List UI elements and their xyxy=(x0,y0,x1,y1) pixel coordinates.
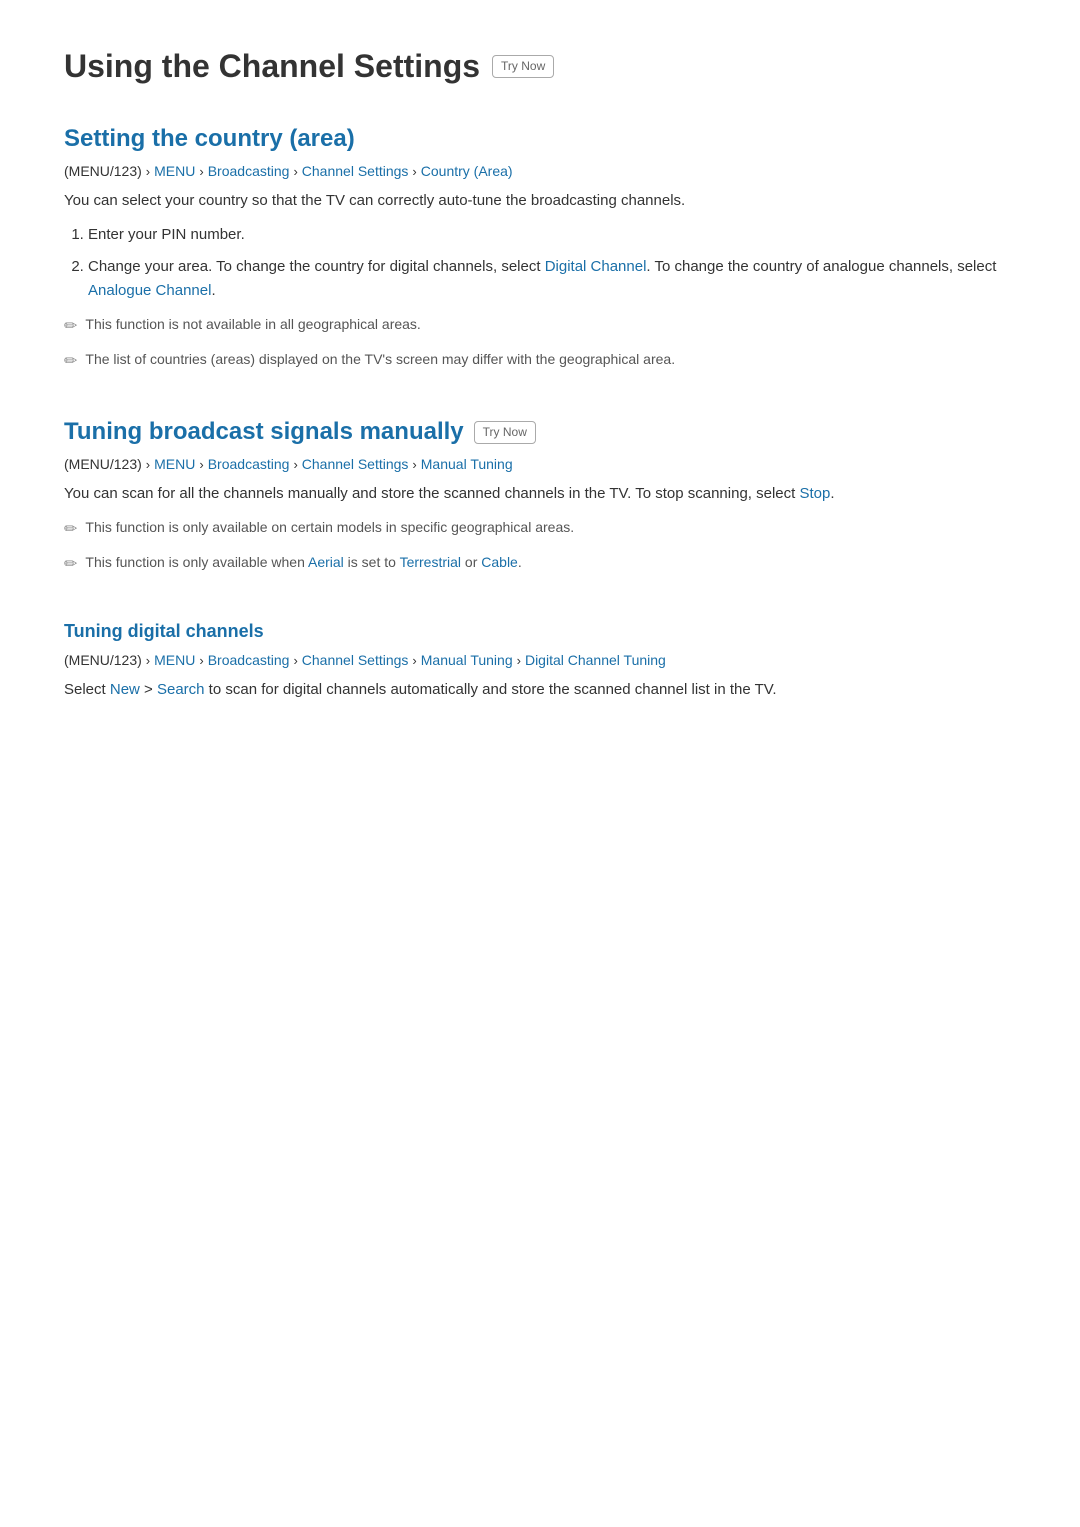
note1-text: This function is not available in all ge… xyxy=(85,313,420,335)
breadcrumb-arrow: › xyxy=(199,653,203,668)
breadcrumb-broadcasting[interactable]: Broadcasting xyxy=(208,456,290,472)
page-title-text: Using the Channel Settings xyxy=(64,48,480,85)
digital-channel-link[interactable]: Digital Channel xyxy=(545,258,647,275)
section-country-area: Setting the country (area) (MENU/123) › … xyxy=(64,125,1016,374)
breadcrumb-menu[interactable]: MENU xyxy=(154,163,195,179)
terrestrial-link[interactable]: Terrestrial xyxy=(400,554,461,570)
breadcrumb-arrow: › xyxy=(293,457,297,472)
section2-note2: ✏ This function is only available when A… xyxy=(64,551,1016,578)
breadcrumb-arrow: › xyxy=(412,457,416,472)
section2-body: You can scan for all the channels manual… xyxy=(64,482,1016,506)
breadcrumb-menu123: (MENU/123) xyxy=(64,652,142,668)
breadcrumb-channel-settings[interactable]: Channel Settings xyxy=(302,652,409,668)
try-now-badge[interactable]: Try Now xyxy=(492,55,554,78)
page-title: Using the Channel Settings Try Now xyxy=(64,48,1016,85)
breadcrumb-arrow: › xyxy=(199,457,203,472)
breadcrumb-country-area[interactable]: Country (Area) xyxy=(421,163,513,179)
section1-body: You can select your country so that the … xyxy=(64,189,1016,213)
section2-breadcrumb: (MENU/123) › MENU › Broadcasting › Chann… xyxy=(64,456,1016,472)
stop-link[interactable]: Stop xyxy=(799,485,830,502)
new-link[interactable]: New xyxy=(110,681,140,698)
breadcrumb-menu[interactable]: MENU xyxy=(154,456,195,472)
aerial-link[interactable]: Aerial xyxy=(308,554,344,570)
breadcrumb-digital-channel-tuning[interactable]: Digital Channel Tuning xyxy=(525,652,666,668)
breadcrumb-manual-tuning[interactable]: Manual Tuning xyxy=(421,652,513,668)
section1-steps: Enter your PIN number. Change your area.… xyxy=(88,223,1016,303)
cable-link[interactable]: Cable xyxy=(481,554,518,570)
breadcrumb-arrow: › xyxy=(293,164,297,179)
note2-text: This function is only available when Aer… xyxy=(85,551,521,573)
breadcrumb-arrow: › xyxy=(199,164,203,179)
note2-text: The list of countries (areas) displayed … xyxy=(85,348,675,370)
pencil-icon: ✏ xyxy=(64,314,77,340)
breadcrumb-broadcasting[interactable]: Broadcasting xyxy=(208,163,290,179)
breadcrumb-broadcasting[interactable]: Broadcasting xyxy=(208,652,290,668)
breadcrumb-arrow: › xyxy=(412,164,416,179)
breadcrumb-arrow: › xyxy=(293,653,297,668)
breadcrumb-arrow: › xyxy=(146,457,150,472)
breadcrumb-menu123: (MENU/123) xyxy=(64,456,142,472)
section3-body: Select New > Search to scan for digital … xyxy=(64,678,1016,702)
breadcrumb-arrow: › xyxy=(146,653,150,668)
breadcrumb-channel-settings[interactable]: Channel Settings xyxy=(302,456,409,472)
section2-note1: ✏ This function is only available on cer… xyxy=(64,516,1016,543)
section3-breadcrumb: (MENU/123) › MENU › Broadcasting › Chann… xyxy=(64,652,1016,668)
section2-try-now-badge[interactable]: Try Now xyxy=(474,421,536,444)
breadcrumb-arrow: › xyxy=(146,164,150,179)
analogue-channel-link[interactable]: Analogue Channel xyxy=(88,282,211,299)
section2-title: Tuning broadcast signals manually Try No… xyxy=(64,418,1016,446)
section1-note1: ✏ This function is not available in all … xyxy=(64,313,1016,340)
breadcrumb-arrow: › xyxy=(517,653,521,668)
pencil-icon: ✏ xyxy=(64,552,77,578)
section3-title: Tuning digital channels xyxy=(64,621,1016,642)
section1-note2: ✏ The list of countries (areas) displaye… xyxy=(64,348,1016,375)
section1-title: Setting the country (area) xyxy=(64,125,1016,153)
pencil-icon: ✏ xyxy=(64,349,77,375)
breadcrumb-manual-tuning[interactable]: Manual Tuning xyxy=(421,456,513,472)
step-1: Enter your PIN number. xyxy=(88,223,1016,247)
step-2: Change your area. To change the country … xyxy=(88,255,1016,303)
breadcrumb-arrow: › xyxy=(412,653,416,668)
breadcrumb-menu[interactable]: MENU xyxy=(154,652,195,668)
breadcrumb-channel-settings[interactable]: Channel Settings xyxy=(302,163,409,179)
pencil-icon: ✏ xyxy=(64,517,77,543)
section-digital-channels: Tuning digital channels (MENU/123) › MEN… xyxy=(64,621,1016,702)
section1-breadcrumb: (MENU/123) › MENU › Broadcasting › Chann… xyxy=(64,163,1016,179)
note1-text: This function is only available on certa… xyxy=(85,516,574,538)
search-link[interactable]: Search xyxy=(157,681,205,698)
breadcrumb-menu123: (MENU/123) xyxy=(64,163,142,179)
section-manual-tuning: Tuning broadcast signals manually Try No… xyxy=(64,418,1016,577)
